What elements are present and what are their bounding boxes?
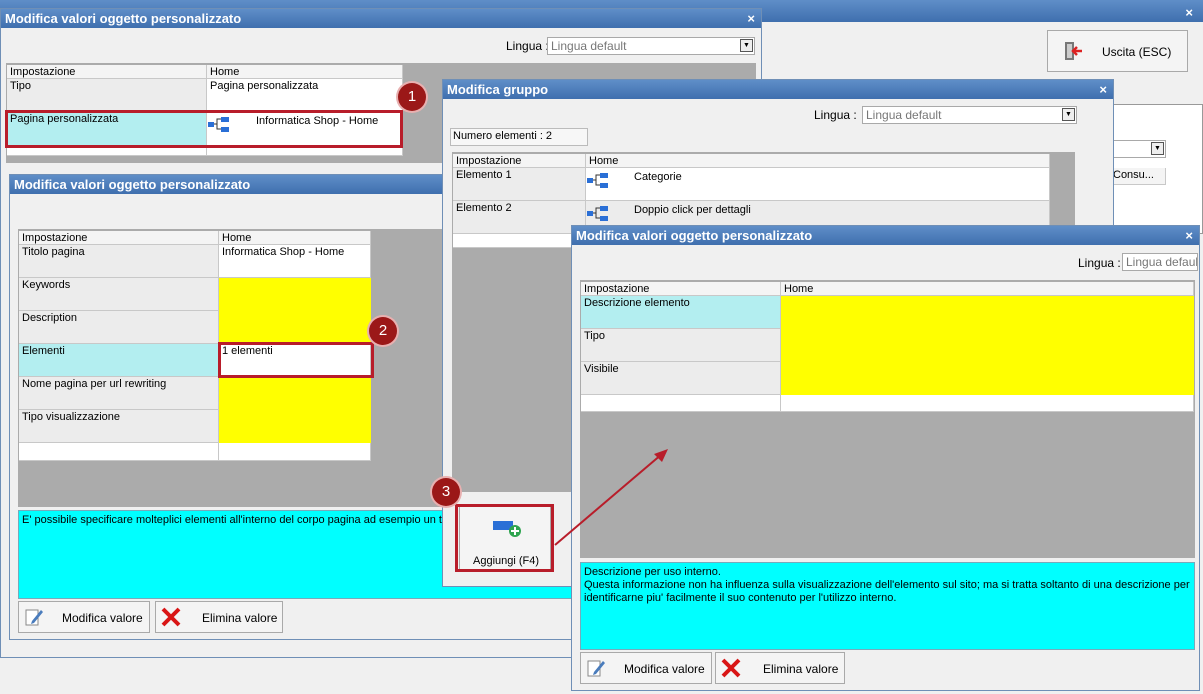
grid-header-setting: Impostazione (453, 154, 586, 168)
grid-row-value-empty[interactable] (219, 377, 371, 410)
grid-header-setting: Impostazione (19, 231, 219, 245)
language-select[interactable]: Lingua default ▼ (862, 106, 1077, 124)
chevron-down-icon: ▼ (740, 39, 753, 52)
element-count: Numero elementi : 2 (450, 128, 588, 146)
language-select-value: Lingua default (551, 39, 627, 53)
window-title: Modifica gruppo (443, 80, 1113, 99)
language-label: Lingua : (814, 108, 857, 122)
grid-header-setting: Impostazione (581, 282, 781, 296)
exit-icon (1065, 42, 1082, 60)
language-label: Lingua : (1078, 256, 1121, 270)
grid-empty-row (219, 443, 371, 461)
grid-row-label: Tipo (581, 329, 781, 362)
hint-title: Descrizione per uso interno. (584, 566, 721, 578)
highlight-box-3 (455, 504, 554, 572)
language-select-value: Lingua default (866, 108, 942, 122)
grid-empty-row (781, 395, 1194, 412)
highlight-box-2 (218, 342, 374, 378)
grid-row-value-empty[interactable] (781, 296, 1194, 329)
step-badge-3: 3 (432, 478, 460, 506)
highlight-box-1 (5, 110, 403, 148)
edit-value-label: Modifica valore (62, 611, 143, 625)
grid-header-home: Home (781, 282, 1194, 296)
grid-header-home: Home (207, 65, 403, 79)
exit-button[interactable]: Uscita (ESC) (1047, 30, 1188, 72)
edit-icon (587, 660, 605, 677)
grid-row-value-empty[interactable] (219, 311, 371, 344)
grid-row-label: Elemento 1 (453, 168, 586, 201)
delete-value-button[interactable]: Elimina valore (715, 652, 845, 684)
language-select[interactable]: Lingua default ▼ (547, 37, 755, 55)
grid-header-home: Home (586, 154, 1050, 168)
grid-row-label: Titolo pagina (19, 245, 219, 278)
grid-row-label: Keywords (19, 278, 219, 311)
language-label: Lingua : (506, 39, 549, 53)
grid-row-label: Elemento 2 (453, 201, 586, 234)
edit-icon (25, 609, 43, 626)
close-icon[interactable]: × (1185, 226, 1193, 245)
background-close-icon[interactable]: × (1185, 3, 1193, 22)
delete-value-label: Elimina valore (763, 662, 839, 676)
grid-header-home: Home (219, 231, 371, 245)
delete-icon (161, 607, 181, 627)
background-combo[interactable]: ▼ (1110, 140, 1166, 158)
grid-row-label: Visibile (581, 362, 781, 395)
grid-row-value-text: Categorie (634, 171, 682, 183)
grid-empty-row (453, 234, 586, 248)
hint-panel: Descrizione per uso interno. Questa info… (580, 562, 1195, 650)
close-icon[interactable]: × (1099, 80, 1107, 99)
window-title: Modifica valori oggetto personalizzato (572, 226, 1199, 245)
grid-header-setting: Impostazione (7, 65, 207, 79)
grid-row-value-empty[interactable] (781, 362, 1194, 395)
tree-icon (587, 173, 608, 188)
language-select[interactable]: Lingua default (1122, 253, 1198, 271)
delete-icon (721, 658, 741, 678)
grid-row-value-empty[interactable] (219, 410, 371, 443)
grid-row-value-empty[interactable] (219, 278, 371, 311)
edit-value-label: Modifica valore (624, 662, 705, 676)
hint-text: Questa informazione non ha influenza sul… (584, 579, 1190, 604)
grid-row-value[interactable]: Informatica Shop - Home (219, 245, 371, 278)
grid-row-value[interactable]: Categorie (586, 168, 1050, 201)
grid-empty-row (581, 395, 781, 412)
step-badge-1: 1 (398, 83, 426, 111)
step-badge-2: 2 (369, 317, 397, 345)
chevron-down-icon: ▼ (1062, 108, 1075, 121)
grid-row-label-selected[interactable]: Descrizione elemento (581, 296, 781, 329)
chevron-down-icon: ▼ (1151, 142, 1164, 155)
hint-text: E' possibile specificare molteplici elem… (22, 514, 463, 526)
grid-row-value[interactable]: Pagina personalizzata (207, 79, 403, 112)
grid-row-value-text: Doppio click per dettagli (634, 204, 751, 216)
exit-button-label: Uscita (ESC) (1102, 45, 1172, 59)
annotation-arrow (554, 449, 668, 546)
grid-row-label: Nome pagina per url rewriting (19, 377, 219, 410)
language-select-value: Lingua default (1126, 255, 1198, 269)
edit-value-button[interactable]: Modifica valore (18, 601, 150, 633)
edit-value-button[interactable]: Modifica valore (580, 652, 712, 684)
grid-row-label: Tipo (7, 79, 207, 112)
tree-icon (587, 206, 608, 221)
window-title: Modifica valori oggetto personalizzato (1, 9, 761, 28)
grid-row-label: Description (19, 311, 219, 344)
grid-row-label: Tipo visualizzazione (19, 410, 219, 443)
grid-row-value-empty[interactable] (781, 329, 1194, 362)
close-icon[interactable]: × (747, 9, 755, 28)
delete-value-button[interactable]: Elimina valore (155, 601, 283, 633)
delete-value-label: Elimina valore (202, 611, 278, 625)
grid-row-label-selected[interactable]: Elementi (19, 344, 219, 377)
element-count-label: Numero elementi : 2 (453, 130, 553, 142)
background-column-header: Consu... (1110, 168, 1166, 185)
grid-empty-row (19, 443, 219, 461)
